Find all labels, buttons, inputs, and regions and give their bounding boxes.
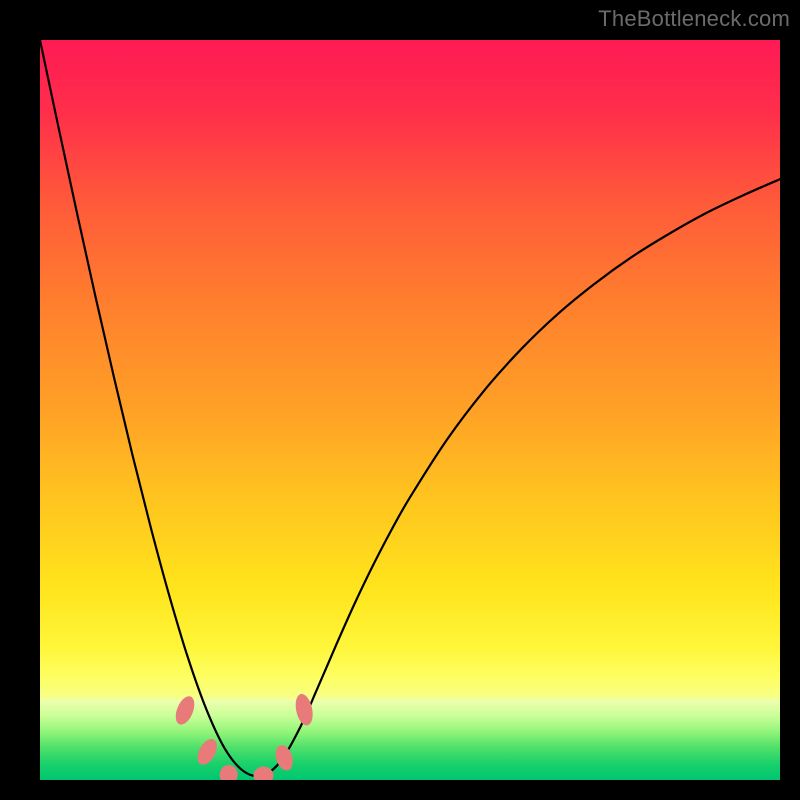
bottleneck-curve xyxy=(40,40,780,780)
highlight-marker xyxy=(220,765,238,780)
watermark-text: TheBottleneck.com xyxy=(598,6,790,32)
highlight-marker xyxy=(273,743,296,773)
plot-area xyxy=(40,40,780,780)
highlight-marker xyxy=(293,692,315,727)
highlight-markers xyxy=(172,692,315,780)
highlight-marker xyxy=(172,694,198,728)
highlight-marker xyxy=(253,767,273,780)
highlight-marker xyxy=(194,736,221,768)
chart-frame: TheBottleneck.com xyxy=(0,0,800,800)
curve-path xyxy=(40,40,780,776)
